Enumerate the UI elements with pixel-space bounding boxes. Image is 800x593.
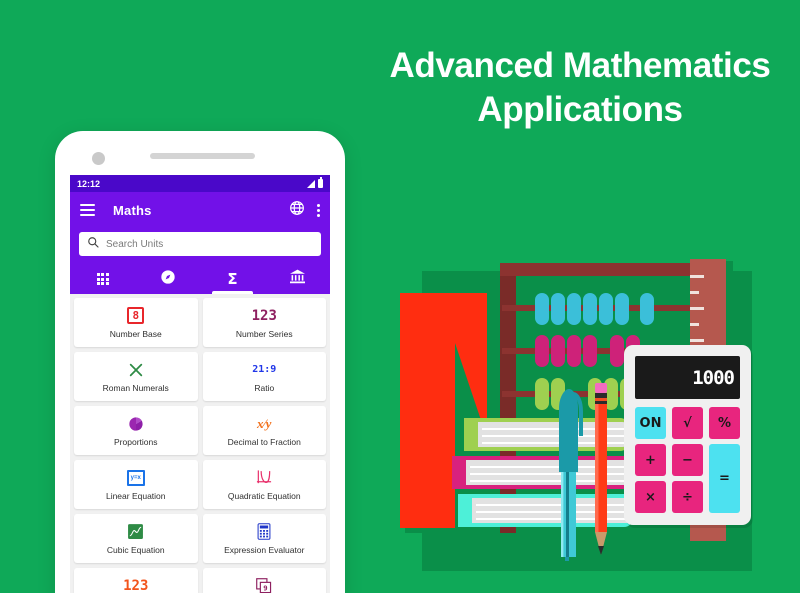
unit-label: Number Base [109,329,162,339]
promo-banner: Advanced Mathematics Applications 12:12 … [0,0,800,593]
calc-key-sqrt[interactable]: √ [672,407,703,439]
unit-label: Linear Equation [105,491,166,501]
search-input[interactable] [106,238,313,250]
sigma-icon: Σ [227,270,238,288]
app-bar: Maths [70,192,330,228]
calculator-display-value: 1000 [692,366,735,389]
tab-grid[interactable] [70,264,135,294]
calc-key-minus[interactable]: − [672,444,703,476]
random-numbers-icon: 123 [123,577,149,593]
number-base-icon: 8 [127,306,145,325]
unit-label: Number Series [235,329,293,339]
abacus-frame-left [500,263,516,533]
gcd-lcm-icon: 9 [256,576,272,593]
headline-line-1: Advanced Mathematics [389,46,771,85]
proportions-icon [128,414,144,433]
calc-key-equals[interactable]: = [709,444,740,513]
unit-number-base[interactable]: 8 Number Base [74,298,198,347]
search-bar-container [70,228,330,264]
unit-decimal-to-fraction[interactable]: x⁄y Decimal to Fraction [202,406,326,455]
front-camera-icon [92,152,105,165]
calculator: 1000 ON √ % + − × ÷ = [624,345,751,525]
unit-label: Decimal to Fraction [227,437,301,447]
pencil-icon [592,383,610,558]
units-grid: 8 Number Base 123 Number Series Roman Nu… [70,294,330,593]
unit-ratio[interactable]: 21:9 Ratio [202,352,326,401]
unit-gcd-lcm[interactable]: 9 GCD LCM [202,568,326,593]
grid-icon [96,273,109,285]
page-title: Advanced Mathematics Applications [365,44,795,132]
tab-sigma[interactable]: Σ [200,264,265,294]
cubic-equation-icon [127,522,144,541]
calc-key-multiply[interactable]: × [635,481,666,513]
tab-compass[interactable] [135,264,200,294]
app-title: Maths [113,202,152,218]
number-series-icon: 123 [251,307,277,324]
unit-label: Proportions [114,437,158,447]
unit-cubic-equation[interactable]: Cubic Equation [74,514,198,563]
unit-label: Quadratic Equation [227,491,301,501]
abacus-frame-top [500,263,708,276]
search-icon [87,235,99,253]
calc-key-on[interactable]: ON [635,407,666,439]
unit-label: Roman Numerals [102,383,169,393]
unit-quadratic-equation[interactable]: Quadratic Equation [202,460,326,509]
unit-random-numbers[interactable]: 123 Random Numbers [74,568,198,593]
expression-evaluator-icon [257,522,271,541]
phone-screen: 12:12 Maths Search Units Σ 8 Number Base… [70,175,330,593]
kebab-menu-icon[interactable] [317,203,320,217]
bank-icon [289,269,306,289]
unit-label: Expression Evaluator [224,545,305,555]
math-tools-illustration: 1000 ON √ % + − × ÷ = [392,253,792,593]
ratio-icon: 21:9 [252,364,277,375]
search-box[interactable] [79,232,321,256]
unit-number-series[interactable]: 123 Number Series [202,298,326,347]
unit-label: Ratio [254,383,275,393]
unit-roman-numerals[interactable]: Roman Numerals [74,352,198,401]
svg-text:9: 9 [264,583,268,592]
headline-line-2: Applications [477,89,683,129]
compass-icon [160,269,176,290]
unit-linear-equation[interactable]: y=x Linear Equation [74,460,198,509]
tab-bank[interactable] [265,264,330,294]
decimal-to-fraction-icon: x⁄y [257,415,272,431]
tab-bar: Σ [70,264,330,294]
status-bar: 12:12 [70,175,330,192]
calc-key-divide[interactable]: ÷ [672,481,703,513]
calc-key-percent[interactable]: % [709,407,740,439]
earpiece-speaker [150,153,255,159]
calc-key-plus[interactable]: + [635,444,666,476]
signal-triangle-icon [307,179,315,188]
status-bar-time: 12:12 [77,178,101,189]
calculator-display: 1000 [635,356,740,399]
pen-icon [557,386,583,561]
hamburger-menu-icon[interactable] [80,204,95,216]
phone-mockup: 12:12 Maths Search Units Σ 8 Number Base… [55,131,345,593]
linear-equation-icon: y=x [126,468,145,487]
battery-icon [318,177,323,188]
quadratic-equation-icon [255,468,273,487]
unit-label: Cubic Equation [106,545,165,555]
unit-expression-evaluator[interactable]: Expression Evaluator [202,514,326,563]
unit-proportions[interactable]: Proportions [74,406,198,455]
globe-icon[interactable] [289,200,305,221]
roman-numerals-icon [128,360,144,379]
